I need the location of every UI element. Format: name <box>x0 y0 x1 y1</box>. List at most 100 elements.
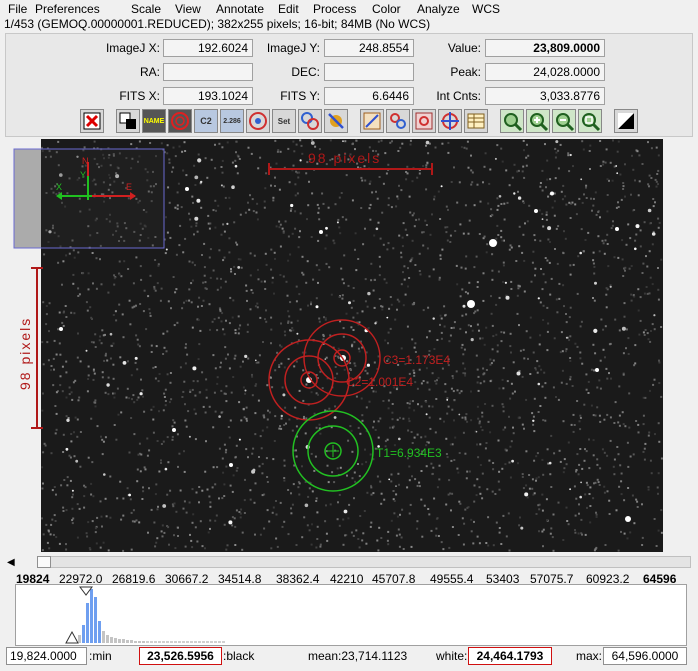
sky-background-button[interactable] <box>412 109 436 133</box>
histogram-bar <box>198 641 201 643</box>
contrast-button[interactable] <box>614 109 638 133</box>
scrollbar-thumb[interactable] <box>37 556 51 568</box>
menu-annotate[interactable]: Annotate <box>216 2 264 16</box>
max-label: max: <box>576 649 603 663</box>
histogram-bar <box>186 641 189 643</box>
aperture-t1-label: T1=6.934E3 <box>376 446 442 460</box>
histogram-bar <box>122 639 125 643</box>
histogram-bar <box>86 603 89 643</box>
mean-readout: mean:23,714.1123 <box>308 649 408 663</box>
target-icon <box>249 112 267 130</box>
zoom-full-button[interactable] <box>578 109 602 133</box>
image-info-line: 1/453 (GEMOQ.00000001.REDUCED); 382x255 … <box>4 17 431 31</box>
histogram-bar <box>118 639 121 643</box>
white-field[interactable]: 24,464.1793 <box>468 647 552 665</box>
zoom-full-icon <box>582 113 601 132</box>
menu-edit[interactable]: Edit <box>278 2 299 16</box>
histogram-bar <box>218 641 221 643</box>
dec-field[interactable] <box>324 63 414 81</box>
imagej-y-field[interactable]: 248.8554 <box>324 39 414 57</box>
imagej-y-label: ImageJ Y: <box>266 41 320 55</box>
crosshair-button[interactable] <box>438 109 462 133</box>
top-scale-label: 98 pixels <box>308 150 381 166</box>
black-field[interactable]: 23,526.5956 <box>139 647 222 665</box>
peak-field[interactable]: 24,028.0000 <box>485 63 605 81</box>
aperture-c2-label: C2=1.001E4 <box>346 375 413 389</box>
menu-preferences[interactable]: Preferences <box>35 2 100 16</box>
histogram-bar <box>82 625 85 643</box>
zoom-fit-button[interactable] <box>500 109 524 133</box>
histogram-bar <box>138 641 141 643</box>
zoom-out-button[interactable] <box>552 109 576 133</box>
ra-field[interactable] <box>163 63 253 81</box>
align-button[interactable] <box>360 109 384 133</box>
histogram-plot <box>65 586 225 644</box>
histogram-bar <box>90 589 93 643</box>
imagej-x-label: ImageJ X: <box>105 41 160 55</box>
clear-apertures-button[interactable] <box>80 109 104 133</box>
overlay-layer: N E Y X 98 pixels 98 pixels C3=1.173E4 C… <box>13 148 450 492</box>
histogram-bar <box>130 640 133 643</box>
name-icon: NAME <box>143 117 165 125</box>
table-button[interactable] <box>464 109 488 133</box>
compass-n-label: N <box>82 156 89 166</box>
invert-display-button[interactable] <box>116 109 140 133</box>
menu-process[interactable]: Process <box>313 2 356 16</box>
max-field[interactable]: 64,596.0000 <box>603 647 687 665</box>
scrollbar-track[interactable] <box>37 556 691 568</box>
fits-x-field[interactable]: 193.1024 <box>163 87 253 105</box>
aperture-button[interactable] <box>168 109 192 133</box>
menu-file[interactable]: File <box>8 2 27 16</box>
multi-aperture-icon <box>301 112 319 130</box>
multi-aperture-button[interactable] <box>298 109 322 133</box>
black-label: :black <box>223 649 255 663</box>
menu-analyze[interactable]: Analyze <box>417 2 460 16</box>
histogram-bar <box>94 597 97 643</box>
histogram-bar <box>210 641 213 643</box>
min-field[interactable]: 19,824.0000 <box>6 647 87 665</box>
menu-wcs[interactable]: WCS <box>472 2 500 16</box>
zoom-out-icon <box>556 113 575 132</box>
clear-measurements-button[interactable] <box>324 109 348 133</box>
value-label: Value: <box>447 41 481 55</box>
imagej-x-field[interactable]: 192.6024 <box>163 39 253 57</box>
histogram-bar <box>182 641 185 643</box>
histogram-bar <box>158 641 161 643</box>
menu-color[interactable]: Color <box>372 2 401 16</box>
align-icon <box>363 112 381 130</box>
zoom-in-button[interactable] <box>526 109 550 133</box>
aperture-target-button[interactable] <box>246 109 270 133</box>
black-level-marker[interactable] <box>65 630 79 644</box>
int-cnts-field[interactable]: 3,033.8776 <box>485 87 605 105</box>
set-icon: Set <box>277 116 291 126</box>
astrometry-button[interactable] <box>386 109 410 133</box>
value-field[interactable]: 23,809.0000 <box>485 39 605 57</box>
scroll-left-arrow-icon[interactable]: ◀ <box>7 557 15 568</box>
histogram-bar <box>146 641 149 643</box>
fits-y-label: FITS Y: <box>280 89 320 103</box>
left-scale-label: 98 pixels <box>17 317 33 390</box>
histogram-bar <box>170 641 173 643</box>
fits-y-field[interactable]: 6.6446 <box>324 87 414 105</box>
menu-view[interactable]: View <box>175 2 201 16</box>
white-label: white: <box>436 649 468 663</box>
histogram-bar <box>166 641 169 643</box>
histogram-bar <box>222 641 225 643</box>
dec-label: DEC: <box>291 65 320 79</box>
histogram-bar <box>178 641 181 643</box>
table-icon <box>467 113 485 129</box>
radius-2286-button[interactable]: 2.286 <box>220 109 244 133</box>
radius-icon: 2.286 <box>223 117 241 125</box>
set-aperture-button[interactable]: Set <box>272 109 296 133</box>
menu-scale[interactable]: Scale <box>131 2 161 16</box>
horizontal-scrollbar[interactable]: ◀ <box>7 555 691 570</box>
c2-icon: C2 <box>200 116 212 126</box>
histogram-bar <box>134 641 137 643</box>
aperture-c2-inner[interactable] <box>300 371 318 389</box>
show-names-button[interactable]: NAME <box>142 109 166 133</box>
contrast-icon <box>618 113 634 129</box>
histogram-bar <box>142 641 145 643</box>
histogram-bar <box>162 641 165 643</box>
histogram-panel[interactable] <box>15 584 687 646</box>
centroid-c2-button[interactable]: C2 <box>194 109 218 133</box>
